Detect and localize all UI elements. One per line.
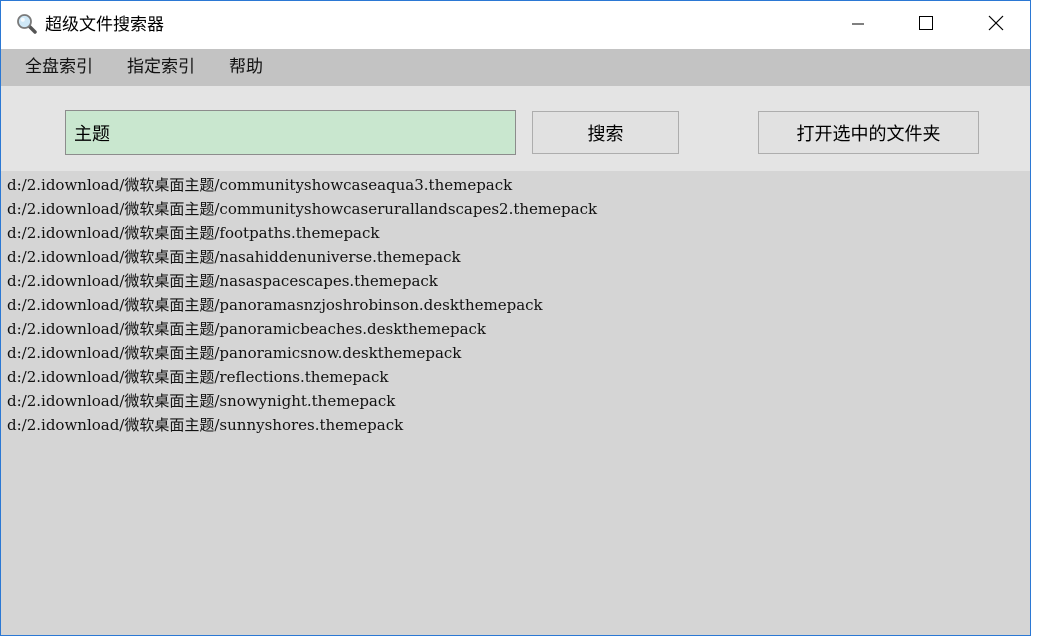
search-button[interactable]: 搜索 (532, 111, 679, 154)
menu-full-disk-index[interactable]: 全盘索引 (23, 57, 95, 78)
result-item[interactable]: d:/2.idownload/微软桌面主题/communityshowcaser… (7, 197, 1030, 221)
result-item[interactable]: d:/2.idownload/微软桌面主题/panoramicsnow.desk… (7, 341, 1030, 365)
result-item[interactable]: d:/2.idownload/微软桌面主题/footpaths.themepac… (7, 221, 1030, 245)
result-item[interactable]: d:/2.idownload/微软桌面主题/sunnyshores.themep… (7, 413, 1030, 437)
results-list[interactable]: d:/2.idownload/微软桌面主题/communityshowcasea… (1, 171, 1030, 635)
app-window: 超级文件搜索器 全盘索引 指定索引 帮助 搜索 打开选中的文 (0, 0, 1031, 636)
result-item[interactable]: d:/2.idownload/微软桌面主题/reflections.themep… (7, 365, 1030, 389)
result-item[interactable]: d:/2.idownload/微软桌面主题/panoramicbeaches.d… (7, 317, 1030, 341)
window-title: 超级文件搜索器 (45, 15, 164, 35)
result-item[interactable]: d:/2.idownload/微软桌面主题/nasahiddenuniverse… (7, 245, 1030, 269)
close-icon (988, 15, 1004, 35)
magnifier-icon (16, 13, 38, 35)
menu-bar: 全盘索引 指定索引 帮助 (1, 49, 1030, 86)
search-input[interactable] (65, 110, 516, 155)
maximize-icon (918, 15, 934, 35)
result-item[interactable]: d:/2.idownload/微软桌面主题/panoramasnzjoshrob… (7, 293, 1030, 317)
result-item[interactable]: d:/2.idownload/微软桌面主题/snowynight.themepa… (7, 389, 1030, 413)
search-panel: 搜索 打开选中的文件夹 (1, 86, 1030, 171)
result-item[interactable]: d:/2.idownload/微软桌面主题/nasaspacescapes.th… (7, 269, 1030, 293)
result-item[interactable]: d:/2.idownload/微软桌面主题/communityshowcasea… (7, 173, 1030, 197)
title-bar[interactable]: 超级文件搜索器 (1, 1, 1030, 49)
minimize-button[interactable] (835, 1, 881, 49)
menu-help[interactable]: 帮助 (227, 57, 265, 78)
minimize-icon (851, 16, 865, 35)
close-button[interactable] (973, 1, 1019, 49)
open-selected-folder-button[interactable]: 打开选中的文件夹 (758, 111, 979, 154)
maximize-button[interactable] (903, 1, 949, 49)
menu-specified-index[interactable]: 指定索引 (125, 57, 197, 78)
